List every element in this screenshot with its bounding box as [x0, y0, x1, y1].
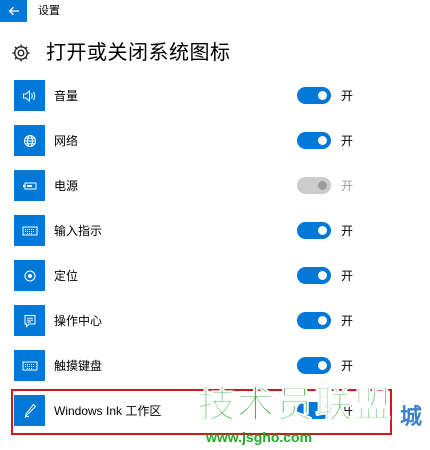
input-indicator-toggle[interactable]: [297, 222, 331, 239]
toggle-state: 开: [341, 359, 354, 373]
toggle-state: 开: [341, 224, 354, 238]
item-label: 输入指示: [54, 224, 103, 238]
globe-icon: [14, 125, 45, 156]
title-bar: 设置: [0, 0, 430, 22]
list-item-touch-keyboard: 触摸键盘 开: [0, 346, 430, 386]
gear-icon: [12, 44, 30, 62]
location-toggle[interactable]: [297, 267, 331, 284]
volume-toggle[interactable]: [297, 87, 331, 104]
list-item-power: 电源 开: [0, 166, 430, 206]
touch-keyboard-toggle[interactable]: [297, 357, 331, 374]
location-icon: [14, 260, 45, 291]
list-item-volume: 音量 开: [0, 76, 430, 116]
toggle-state: 开: [341, 179, 354, 193]
item-label: 触摸键盘: [54, 359, 103, 373]
toggle-state: 开: [341, 89, 354, 103]
item-label: 网络: [54, 134, 79, 148]
toggle-state: 开: [341, 314, 354, 328]
item-label: 操作中心: [54, 314, 103, 328]
action-center-icon: [14, 305, 45, 336]
item-label: 音量: [54, 89, 79, 103]
list-item-action-center: 操作中心 开: [0, 301, 430, 341]
page-title: 打开或关闭系统图标: [46, 42, 231, 64]
volume-icon: [14, 80, 45, 111]
back-button[interactable]: [0, 0, 27, 22]
battery-icon: [14, 170, 45, 201]
list-item-location: 定位 开: [0, 256, 430, 296]
keyboard-icon: [14, 215, 45, 246]
back-arrow-icon: [8, 6, 19, 16]
toggle-state: 开: [341, 134, 354, 148]
item-label: 电源: [54, 179, 79, 193]
page-header: 打开或关闭系统图标: [0, 38, 430, 68]
list-item-network: 网络 开: [0, 121, 430, 161]
keyboard-icon: [14, 350, 45, 381]
action-center-toggle[interactable]: [297, 312, 331, 329]
app-title: 设置: [38, 5, 60, 17]
list-item-input-indicator: 输入指示 开: [0, 211, 430, 251]
toggle-state: 开: [341, 269, 354, 283]
power-toggle[interactable]: [297, 177, 331, 194]
item-label: 定位: [54, 269, 79, 283]
highlight-box: [11, 389, 392, 435]
network-toggle[interactable]: [297, 132, 331, 149]
